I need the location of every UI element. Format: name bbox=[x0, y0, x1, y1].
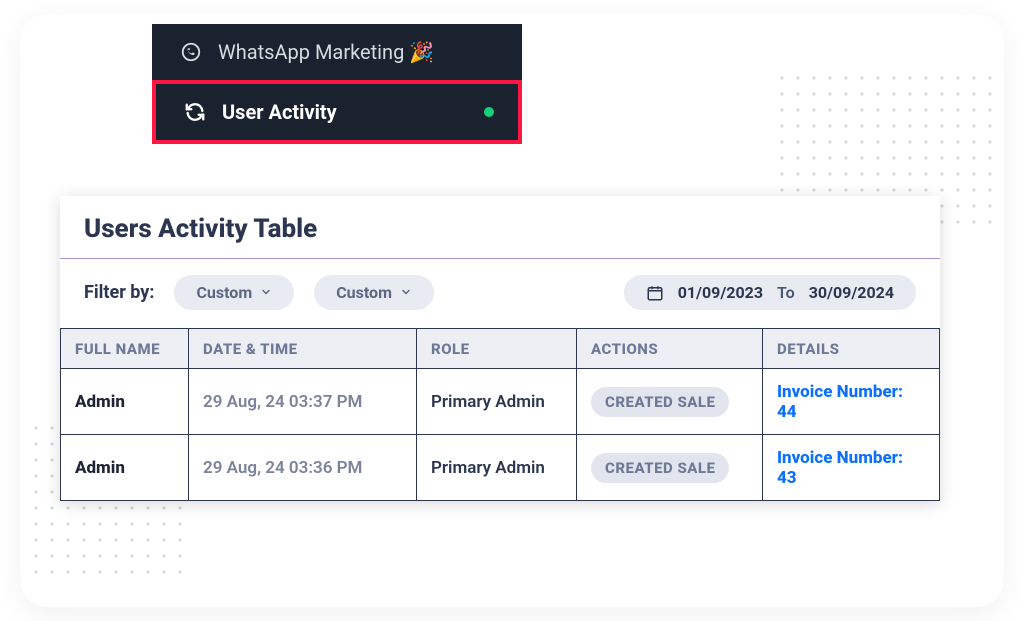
table-row: Admin 29 Aug, 24 03:36 PM Primary Admin … bbox=[61, 435, 940, 501]
filter-bar: Filter by: Custom Custom 01/09/2023 To 3… bbox=[60, 259, 940, 328]
cell-full-name: Admin bbox=[61, 435, 189, 501]
invoice-link[interactable]: Invoice Number: 44 bbox=[777, 382, 903, 422]
nav-item-label: WhatsApp Marketing 🎉 bbox=[218, 40, 434, 64]
cell-role: Primary Admin bbox=[417, 369, 577, 435]
table-row: Admin 29 Aug, 24 03:37 PM Primary Admin … bbox=[61, 369, 940, 435]
filter-select-value: Custom bbox=[196, 283, 252, 302]
nav-item-whatsapp-marketing[interactable]: WhatsApp Marketing 🎉 bbox=[152, 24, 522, 80]
nav-item-label: User Activity bbox=[222, 100, 337, 124]
chevron-down-icon bbox=[260, 283, 272, 302]
th-actions: ACTIONS bbox=[577, 329, 763, 369]
cell-action: CREATED SALE bbox=[577, 435, 763, 501]
filter-select-value: Custom bbox=[336, 283, 392, 302]
users-activity-panel: Users Activity Table Filter by: Custom C… bbox=[60, 196, 940, 501]
th-full-name: FULL NAME bbox=[61, 329, 189, 369]
cell-date-time: 29 Aug, 24 03:36 PM bbox=[189, 435, 417, 501]
filter-label: Filter by: bbox=[84, 282, 154, 303]
panel-title: Users Activity Table bbox=[60, 196, 940, 258]
th-date-time: DATE & TIME bbox=[189, 329, 417, 369]
cell-date-time: 29 Aug, 24 03:37 PM bbox=[189, 369, 417, 435]
cell-full-name: Admin bbox=[61, 369, 189, 435]
table-header-row: FULL NAME DATE & TIME ROLE ACTIONS DETAI… bbox=[61, 329, 940, 369]
invoice-link[interactable]: Invoice Number: 43 bbox=[777, 448, 903, 488]
th-details: DETAILS bbox=[763, 329, 940, 369]
date-end: 30/09/2024 bbox=[809, 283, 894, 302]
cell-action: CREATED SALE bbox=[577, 369, 763, 435]
calendar-icon bbox=[646, 284, 664, 302]
date-to-label: To bbox=[777, 283, 795, 302]
chevron-down-icon bbox=[400, 283, 412, 302]
nav-item-user-activity[interactable]: User Activity bbox=[152, 80, 522, 144]
cell-detail: Invoice Number: 43 bbox=[763, 435, 940, 501]
date-range-picker[interactable]: 01/09/2023 To 30/09/2024 bbox=[624, 275, 916, 310]
cell-detail: Invoice Number: 44 bbox=[763, 369, 940, 435]
cell-role: Primary Admin bbox=[417, 435, 577, 501]
active-indicator-dot bbox=[484, 107, 494, 117]
users-activity-table: FULL NAME DATE & TIME ROLE ACTIONS DETAI… bbox=[60, 328, 940, 501]
date-start: 01/09/2023 bbox=[678, 283, 763, 302]
th-role: ROLE bbox=[417, 329, 577, 369]
action-badge: CREATED SALE bbox=[591, 387, 729, 417]
side-nav: WhatsApp Marketing 🎉 User Activity bbox=[152, 24, 522, 144]
divider bbox=[60, 258, 940, 259]
refresh-icon bbox=[184, 101, 206, 123]
whatsapp-icon bbox=[180, 41, 202, 63]
filter-select-1[interactable]: Custom bbox=[174, 275, 294, 310]
filter-select-2[interactable]: Custom bbox=[314, 275, 434, 310]
action-badge: CREATED SALE bbox=[591, 453, 729, 483]
